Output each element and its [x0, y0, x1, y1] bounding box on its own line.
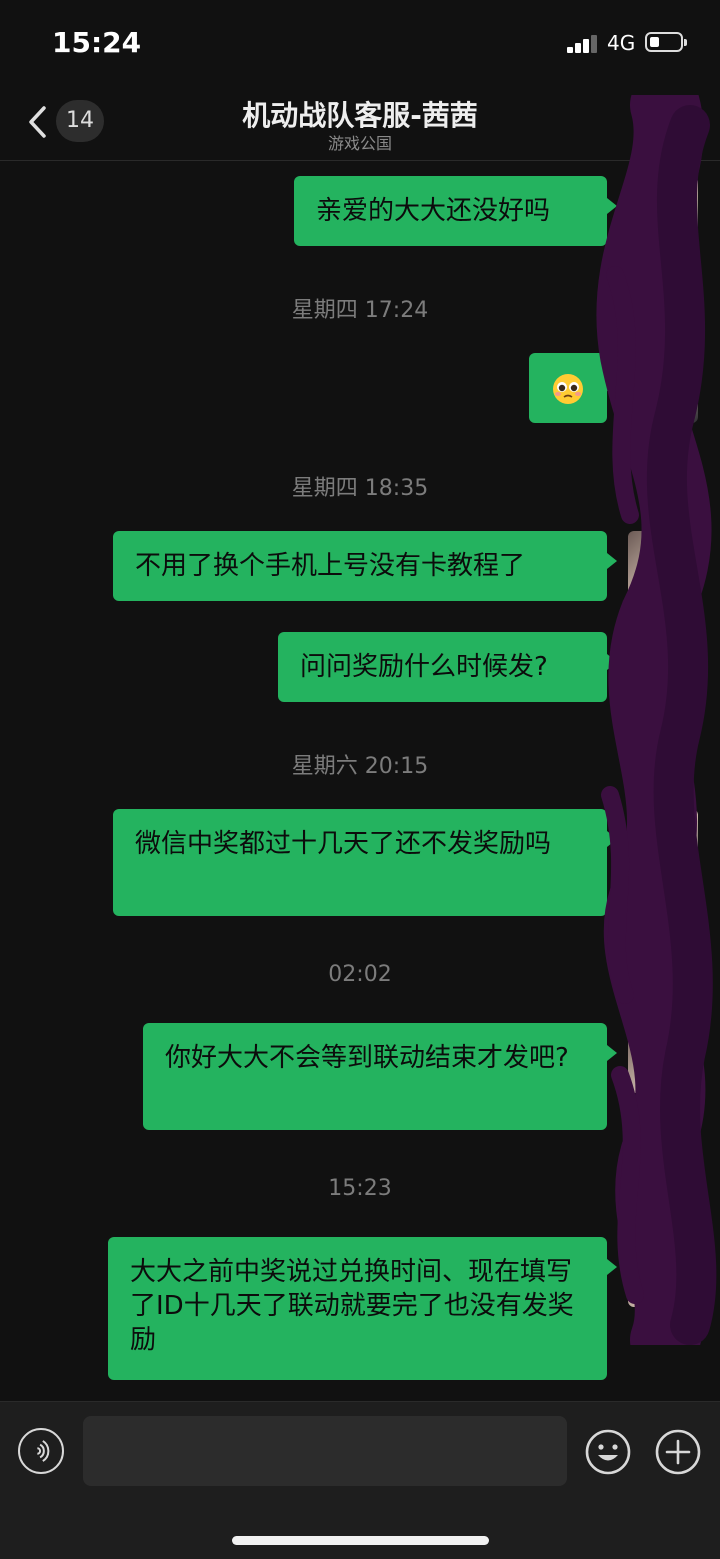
- voice-icon[interactable]: [18, 1428, 64, 1474]
- timestamp: 星期六 20:15: [291, 754, 429, 779]
- avatar[interactable]: [628, 353, 698, 423]
- message-bubble[interactable]: 问问奖励什么时候发?: [278, 632, 617, 702]
- message-bubble[interactable]: 微信中奖都过十几天了还不发奖励吗: [113, 809, 617, 916]
- chat-subtitle: 游戏公国: [327, 134, 392, 153]
- message-text: 不用了换个手机上号没有卡教程了: [135, 551, 526, 581]
- message-text: 大大之前中奖说过兑换时间、现在填写了ID十几天了联动就要完了也没有发奖励: [130, 1257, 574, 1355]
- message-text: 亲爱的大大还没好吗: [316, 196, 551, 226]
- network-type: 4G: [607, 31, 636, 55]
- more-icon[interactable]: [652, 116, 692, 126]
- home-indicator: [232, 1536, 489, 1545]
- message-bubble[interactable]: [529, 353, 617, 423]
- message-text: 你好大大不会等到联动结束才发吧?: [165, 1043, 569, 1073]
- message-list[interactable]: 亲爱的大大还没好吗 星期四 17:24 星期四 18:35 不用了换个手机上号没…: [0, 161, 720, 1401]
- avatar[interactable]: [628, 809, 698, 879]
- input-bar: [0, 1401, 720, 1559]
- emoji-icon[interactable]: [584, 1428, 632, 1476]
- avatar[interactable]: [628, 1237, 698, 1307]
- avatar[interactable]: [628, 632, 698, 702]
- avatar[interactable]: [628, 1023, 698, 1093]
- timestamp: 15:23: [328, 1176, 392, 1201]
- message-bubble[interactable]: 不用了换个手机上号没有卡教程了: [113, 531, 617, 601]
- timestamp: 02:02: [328, 962, 392, 987]
- message-input[interactable]: [83, 1416, 567, 1486]
- chat-header: 14 机动战队客服-茜茜 游戏公国: [0, 88, 720, 161]
- plus-icon[interactable]: [654, 1428, 702, 1476]
- message-text: 问问奖励什么时候发?: [300, 652, 548, 682]
- battery-icon: [645, 32, 687, 52]
- avatar[interactable]: [628, 176, 698, 246]
- status-bar: 15:24 4G: [0, 0, 720, 88]
- message-text: 微信中奖都过十几天了还不发奖励吗: [135, 829, 552, 859]
- pleading-face-icon: [553, 373, 583, 404]
- message-bubble[interactable]: 你好大大不会等到联动结束才发吧?: [143, 1023, 617, 1130]
- chat-title: 机动战队客服-茜茜: [242, 99, 478, 132]
- avatar[interactable]: [628, 531, 698, 601]
- status-time: 15:24: [52, 26, 142, 59]
- timestamp: 星期四 17:24: [291, 298, 429, 323]
- message-bubble[interactable]: 亲爱的大大还没好吗: [294, 176, 617, 246]
- signal-icon: [567, 33, 601, 53]
- timestamp: 星期四 18:35: [291, 476, 429, 501]
- message-bubble[interactable]: 大大之前中奖说过兑换时间、现在填写了ID十几天了联动就要完了也没有发奖励: [108, 1237, 617, 1380]
